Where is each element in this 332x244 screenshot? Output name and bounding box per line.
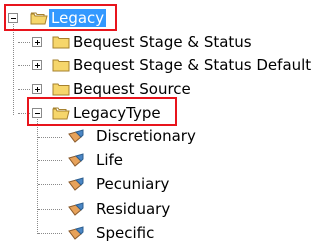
tree-leaf-life[interactable]: Life (94, 151, 125, 169)
tree-connector (38, 209, 62, 210)
collapse-toggle-legacytype[interactable] (32, 108, 42, 118)
tree-node-bequest-stage-status-default[interactable]: Bequest Stage & Status Default (71, 56, 313, 74)
tree-connector (38, 137, 62, 138)
tree-node-legacytype[interactable]: LegacyType (71, 104, 163, 122)
collapse-toggle-legacy[interactable] (8, 13, 18, 23)
tree-view[interactable]: Legacy Bequest Stage & Status Bequest St… (0, 0, 332, 244)
tree-connector (18, 113, 30, 114)
tree-connector (37, 116, 38, 234)
leaf-item-icon (68, 202, 84, 216)
tree-leaf-residuary[interactable]: Residuary (94, 200, 172, 218)
tree-node-legacy[interactable]: Legacy (49, 9, 107, 27)
tree-leaf-specific[interactable]: Specific (94, 224, 156, 242)
leaf-item-icon (68, 226, 84, 240)
folder-icon (52, 59, 70, 72)
tree-node-bequest-source[interactable]: Bequest Source (71, 80, 193, 98)
folder-icon (52, 36, 70, 49)
tree-leaf-discretionary[interactable]: Discretionary (94, 127, 198, 145)
tree-connector (18, 42, 30, 43)
tree-connector (13, 22, 14, 115)
tree-connector (38, 184, 62, 185)
tree-connector (38, 160, 62, 161)
leaf-item-icon (68, 129, 84, 143)
folder-open-icon (30, 12, 48, 25)
leaf-item-icon (68, 177, 84, 191)
expand-toggle-bequest-stage-status-default[interactable] (32, 60, 42, 70)
folder-icon (52, 83, 70, 96)
tree-connector (38, 233, 62, 234)
leaf-item-icon (68, 153, 84, 167)
expand-toggle-bequest-stage-status[interactable] (32, 37, 42, 47)
tree-leaf-pecuniary[interactable]: Pecuniary (94, 175, 171, 193)
tree-connector (18, 65, 30, 66)
tree-connector (18, 89, 30, 90)
tree-node-bequest-stage-status[interactable]: Bequest Stage & Status (71, 33, 254, 51)
expand-toggle-bequest-source[interactable] (32, 84, 42, 94)
folder-open-icon (52, 107, 70, 120)
